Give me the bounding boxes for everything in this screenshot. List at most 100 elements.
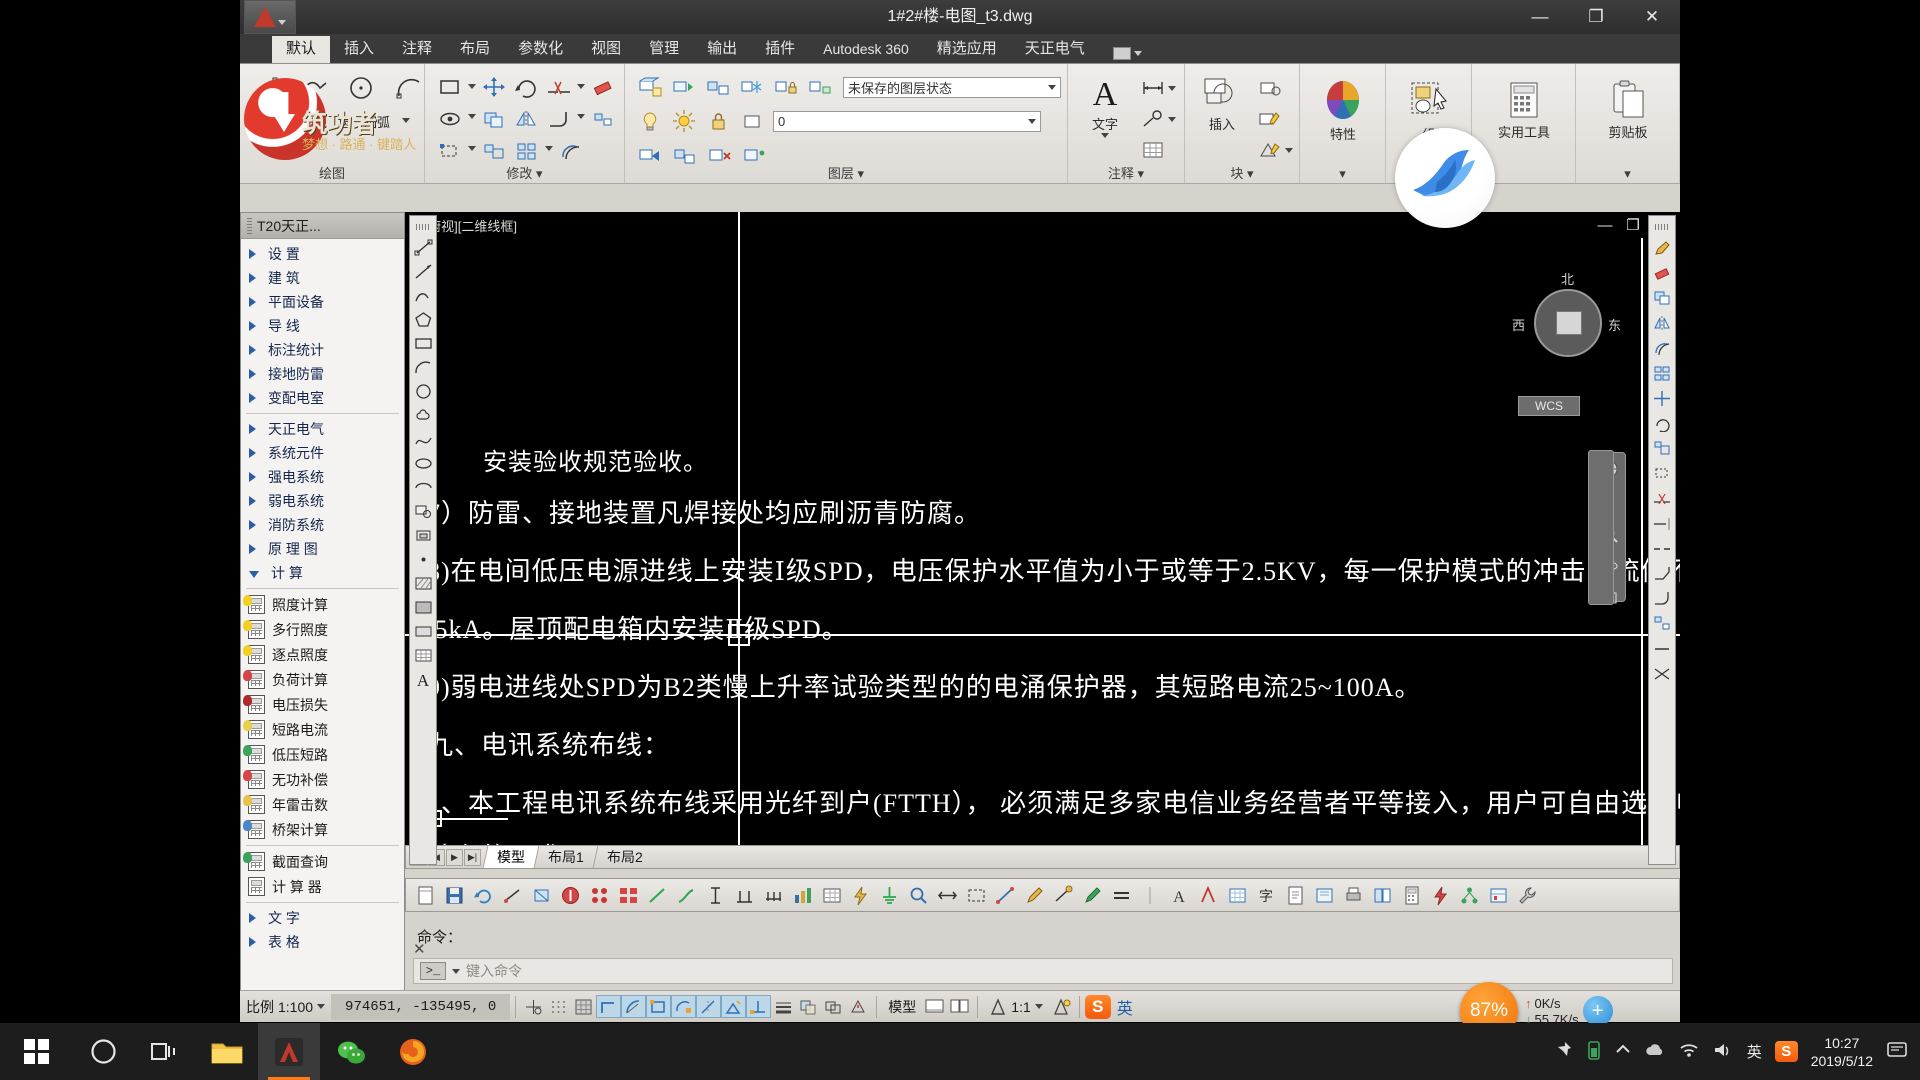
line-tool-icon[interactable] bbox=[411, 236, 435, 258]
space-switch[interactable]: 模型 bbox=[882, 991, 922, 1023]
palette-group-schematic[interactable]: 原 理 图 bbox=[241, 537, 404, 561]
chevron-down-icon[interactable] bbox=[1101, 133, 1109, 138]
layer-match-icon[interactable] bbox=[669, 73, 699, 101]
chevron-down-icon[interactable] bbox=[577, 114, 586, 119]
layer-color-swatch[interactable] bbox=[737, 107, 767, 135]
layout-tool-icon[interactable] bbox=[1369, 882, 1396, 909]
palette-group-grounding[interactable]: 接地防雷 bbox=[241, 362, 404, 386]
palette-command-short-circuit-current[interactable]: 短路电流 bbox=[241, 717, 404, 742]
network-icon[interactable] bbox=[1456, 882, 1483, 909]
layer-properties-icon[interactable] bbox=[635, 73, 665, 101]
command-input-row[interactable]: >_ 键入命令 bbox=[413, 958, 1673, 984]
arc-icon[interactable] bbox=[394, 74, 424, 102]
scale-icon[interactable] bbox=[479, 137, 509, 165]
point-tool-icon[interactable] bbox=[411, 548, 435, 570]
rectangle-icon[interactable] bbox=[435, 73, 465, 101]
palette-group-dimension-stats[interactable]: 标注统计 bbox=[241, 338, 404, 362]
view-cube-box[interactable] bbox=[1556, 311, 1582, 335]
ribbon-tab-manage[interactable]: 管理 bbox=[635, 36, 693, 63]
expand-widget-button[interactable]: + bbox=[1582, 996, 1613, 1026]
palette-group-wires[interactable]: 导 线 bbox=[241, 314, 404, 338]
construction-line-tool-icon[interactable] bbox=[411, 260, 435, 282]
ime-language[interactable]: 英 bbox=[1111, 991, 1139, 1023]
dimension-cont-icon[interactable] bbox=[760, 882, 787, 909]
battery-icon[interactable] bbox=[1586, 1039, 1602, 1065]
scale-tool-icon[interactable] bbox=[1650, 437, 1674, 459]
break-tool-icon[interactable] bbox=[1650, 537, 1674, 559]
doc-text-icon[interactable] bbox=[1282, 882, 1309, 909]
palette-title-bar[interactable]: T20天正... bbox=[241, 213, 404, 239]
layer-on-icon[interactable] bbox=[635, 107, 665, 135]
palette-command-reactive-compensation[interactable]: 无功补偿 bbox=[241, 767, 404, 792]
ribbon-panel-block-label[interactable]: 块 ▾ bbox=[1185, 163, 1299, 182]
circle-red-icon[interactable] bbox=[557, 882, 584, 909]
polyline-icon[interactable] bbox=[298, 74, 328, 102]
volume-icon[interactable] bbox=[1712, 1042, 1734, 1062]
visibility-icon[interactable] bbox=[435, 105, 465, 133]
ribbon-tab-addins[interactable]: 插件 bbox=[751, 36, 809, 63]
layout-tab-model[interactable]: 模型 bbox=[482, 846, 539, 868]
lightning-icon[interactable] bbox=[847, 882, 874, 909]
page-setup-icon[interactable] bbox=[1311, 882, 1338, 909]
wire-tag-icon[interactable] bbox=[1050, 882, 1077, 909]
drawing-maximize-button[interactable]: ❐ bbox=[1620, 216, 1646, 234]
offset-icon[interactable] bbox=[556, 137, 586, 165]
selection-cycling-toggle[interactable] bbox=[821, 995, 846, 1018]
drawing-minimize-button[interactable]: — bbox=[1592, 217, 1618, 234]
ellipse-tool-icon[interactable] bbox=[411, 452, 435, 474]
palette-group-power-system[interactable]: 强电系统 bbox=[241, 465, 404, 489]
fillet-icon[interactable] bbox=[544, 105, 574, 133]
toolbar-grip-icon[interactable] bbox=[416, 224, 430, 230]
palette-group-text[interactable]: 文 字 bbox=[241, 906, 404, 930]
layout-tab-layout2[interactable]: 布局2 bbox=[592, 846, 656, 868]
ribbon-tab-view[interactable]: 视图 bbox=[577, 36, 635, 63]
leader-icon[interactable] bbox=[1138, 105, 1168, 133]
region-tool-icon[interactable] bbox=[411, 620, 435, 642]
drawing-scrollbar[interactable] bbox=[1588, 450, 1614, 605]
firefox-taskbar-button[interactable] bbox=[382, 1023, 444, 1080]
palette-command-load-calculation[interactable]: 负荷计算 bbox=[241, 667, 404, 692]
move-tool-icon[interactable] bbox=[1650, 387, 1674, 409]
palette-command-pointwise-illuminance[interactable]: 逐点照度 bbox=[241, 642, 404, 667]
toolbar-grip-icon[interactable] bbox=[1655, 224, 1669, 230]
palette-command-annual-lightning[interactable]: 年雷击数 bbox=[241, 792, 404, 817]
explode-icon[interactable] bbox=[588, 105, 618, 133]
annotation-scale-control[interactable]: 1:1 bbox=[983, 991, 1048, 1023]
mirror-icon[interactable] bbox=[512, 105, 542, 133]
chamfer-tool-icon[interactable] bbox=[1650, 562, 1674, 584]
align-icon[interactable] bbox=[992, 882, 1019, 909]
tray-ime-language[interactable]: 英 bbox=[1747, 1041, 1762, 1062]
view-cube[interactable]: 北 西 东 bbox=[1512, 272, 1621, 371]
annotation-visibility-icon[interactable] bbox=[1049, 995, 1074, 1018]
explode-tool-icon[interactable] bbox=[1650, 612, 1674, 634]
polygon-tool-icon[interactable] bbox=[411, 308, 435, 330]
ribbon-panel-layer-label[interactable]: 图层 ▾ bbox=[625, 163, 1067, 182]
select-box-icon[interactable] bbox=[963, 882, 990, 909]
wire-curve-icon[interactable] bbox=[673, 882, 700, 909]
palette-command-section-query[interactable]: 截面查询 bbox=[241, 849, 404, 874]
dynamic-input-toggle[interactable] bbox=[746, 995, 772, 1018]
ime-brand-icon[interactable]: S bbox=[1084, 994, 1111, 1019]
rectangle-tool-icon[interactable] bbox=[411, 332, 435, 354]
palette-group-fire-system[interactable]: 消防系统 bbox=[241, 513, 404, 537]
palette-group-system-elements[interactable]: 系统元件 bbox=[241, 441, 404, 465]
device-icon[interactable] bbox=[528, 882, 555, 909]
utilities-button[interactable]: 实用工具 bbox=[1478, 76, 1570, 141]
snap-mode-toggle[interactable] bbox=[546, 995, 571, 1018]
ribbon-tab-tangent-electrical[interactable]: 天正电气 bbox=[1011, 36, 1099, 63]
pen-green-icon[interactable] bbox=[1079, 882, 1106, 909]
erase-tool-icon[interactable] bbox=[1650, 262, 1674, 284]
palette-command-illuminance[interactable]: 照度计算 bbox=[241, 592, 404, 617]
chevron-down-icon[interactable] bbox=[402, 118, 411, 123]
extend-tool-icon[interactable] bbox=[1650, 512, 1674, 534]
pen-edit-icon[interactable] bbox=[1021, 882, 1048, 909]
action-center-button[interactable] bbox=[1886, 1040, 1908, 1064]
devices-grid-icon[interactable] bbox=[615, 882, 642, 909]
dimension-vertical-icon[interactable] bbox=[702, 882, 729, 909]
command-line-close-button[interactable]: ✕ bbox=[413, 940, 426, 958]
hatch-tool-icon[interactable] bbox=[411, 572, 435, 594]
ortho-mode-toggle[interactable] bbox=[596, 995, 622, 1018]
3d-object-snap-toggle[interactable] bbox=[671, 995, 697, 1018]
layer-freeze-icon[interactable] bbox=[737, 73, 767, 101]
chevron-down-icon[interactable] bbox=[1168, 85, 1176, 91]
